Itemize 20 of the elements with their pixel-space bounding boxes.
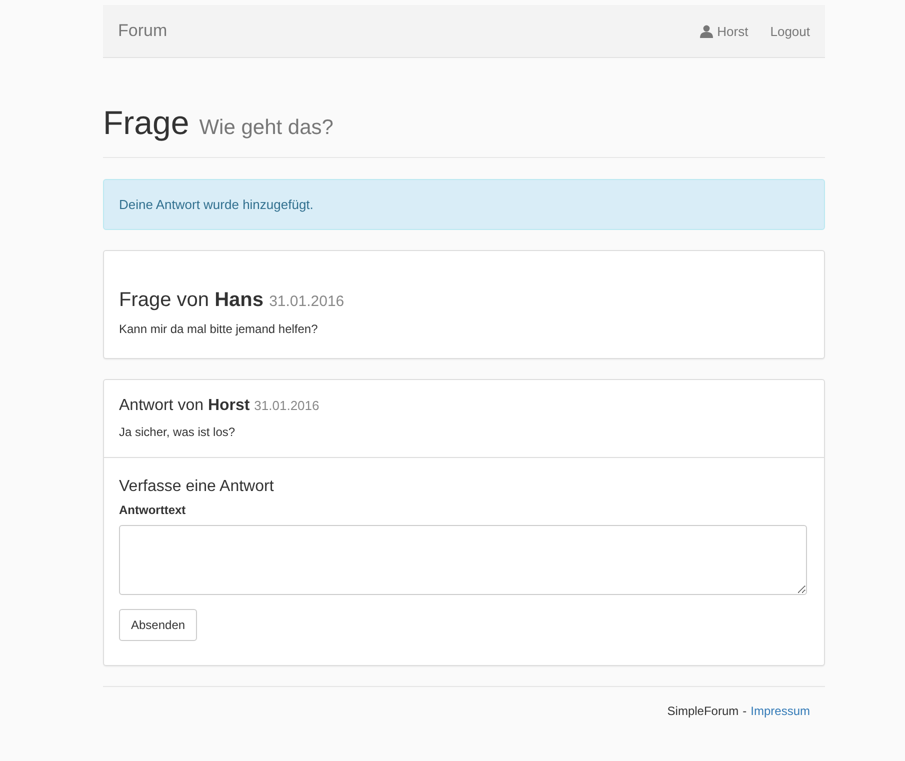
footer-separator: - [742, 704, 747, 718]
logout-link[interactable]: Logout [770, 24, 810, 38]
field-label: Antworttext [119, 503, 186, 517]
impressum-link[interactable]: Impressum [750, 704, 810, 718]
submit-button[interactable]: Absenden [119, 609, 198, 641]
footer-brand: SimpleForum [667, 704, 739, 718]
brand-link[interactable]: Forum [118, 21, 168, 41]
question-heading: Frage von Hans [119, 289, 264, 311]
user-icon [700, 24, 714, 38]
answer-field[interactable] [119, 525, 807, 595]
answer-date: 31.01.2016 [254, 398, 320, 413]
question-text: Kann mir da mal bitte jemand helfen? [119, 322, 319, 336]
answer-text: Ja sicher, was ist los? [119, 425, 236, 439]
alert-message: Deine Antwort wurde hinzugefügt. [119, 197, 314, 212]
question-date: 31.01.2016 [269, 293, 344, 310]
user-link[interactable]: Horst [700, 24, 748, 38]
form-heading: Verfasse eine Antwort [119, 478, 274, 496]
page-subtitle: Wie geht das? [199, 116, 334, 140]
answer-heading: Antwort von Horst [119, 397, 250, 414]
page-title: Frage [103, 104, 190, 142]
